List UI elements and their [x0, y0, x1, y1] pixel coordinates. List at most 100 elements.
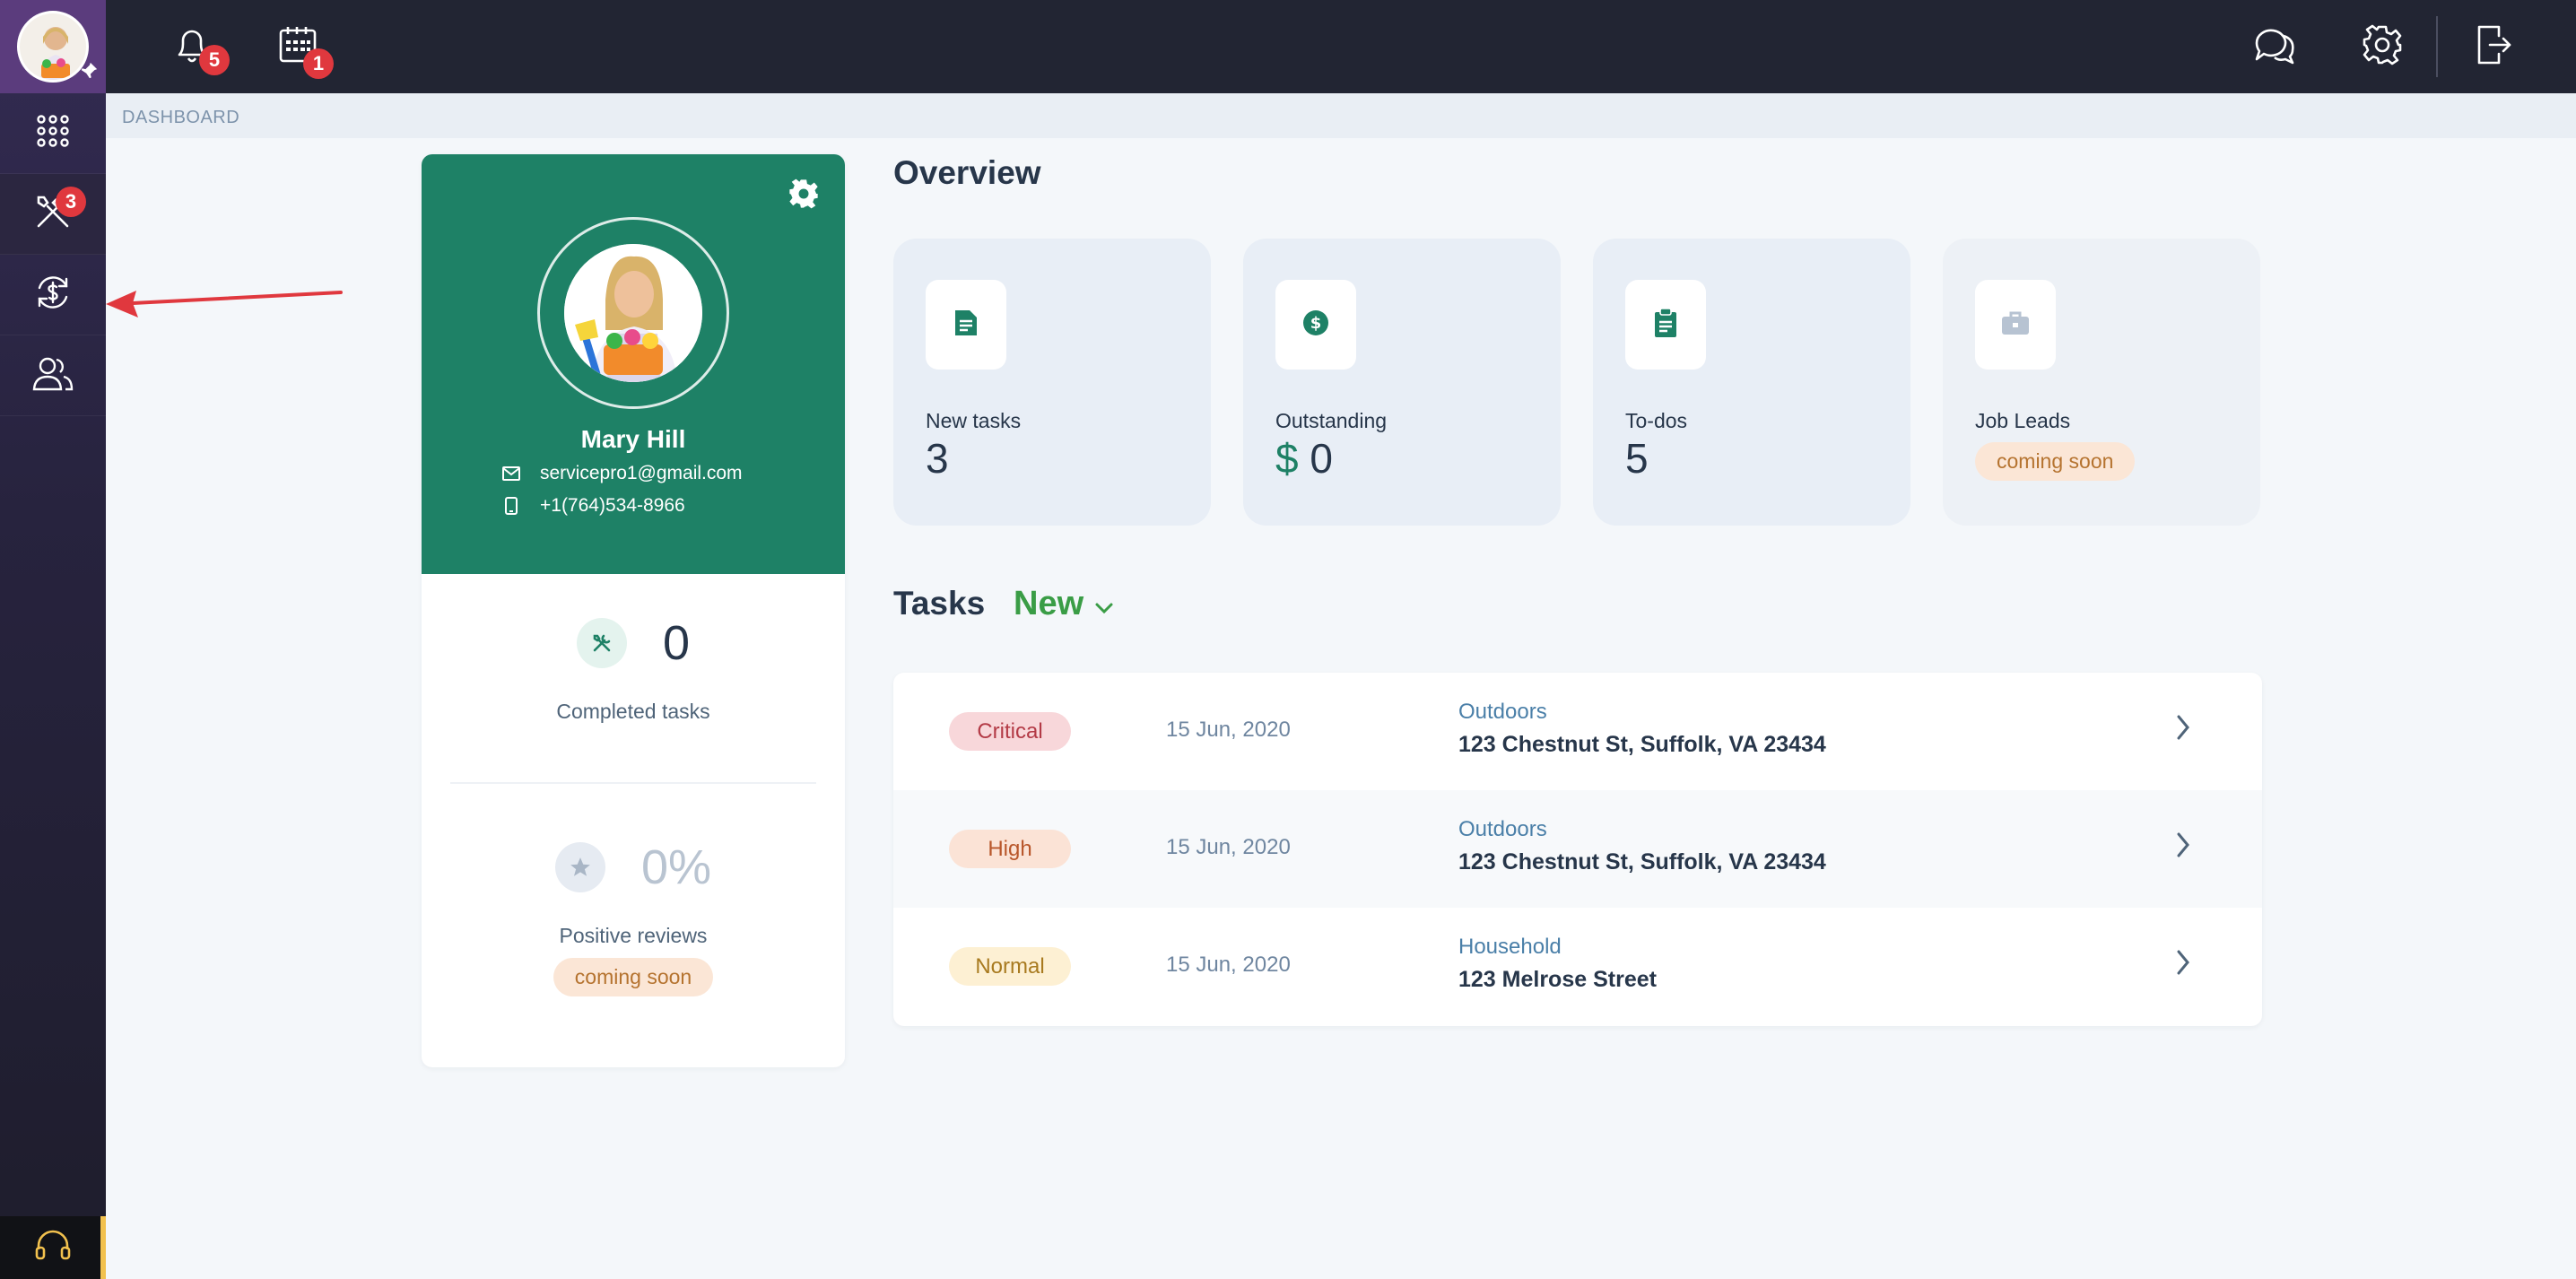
priority-badge: Normal	[949, 947, 1071, 986]
new-tasks-label: New tasks	[926, 409, 1022, 432]
svg-text:$: $	[1310, 314, 1322, 333]
positive-reviews-stat: 0%	[422, 840, 845, 895]
priority-badge: High	[949, 830, 1071, 868]
profile-email-row: servicepro1@gmail.com	[500, 463, 743, 484]
reviews-pill-wrap: coming soon	[422, 958, 845, 996]
todos-icon-box	[1625, 280, 1706, 370]
chat-icon	[2253, 25, 2296, 69]
calendar-badge: 1	[303, 48, 334, 79]
sidebar-user-avatar[interactable]	[0, 0, 106, 93]
currency-exchange-icon	[32, 272, 74, 318]
outstanding-label: Outstanding	[1275, 409, 1388, 432]
profile-divider	[450, 782, 816, 784]
coming-soon-badge: coming soon	[553, 958, 714, 996]
notifications-button[interactable]: 5	[163, 18, 230, 75]
sidebar-item-payments[interactable]	[0, 255, 106, 335]
profile-header: Mary Hill servicepro1@gmail.com +1(764)5…	[422, 154, 845, 574]
gear-icon	[2362, 24, 2403, 70]
profile-phone[interactable]: +1(764)534-8966	[540, 495, 685, 517]
job-leads-icon-box	[1975, 280, 2056, 370]
positive-reviews-label: Positive reviews	[559, 924, 708, 947]
clipboard-icon	[1653, 307, 1678, 343]
profile-phone-row: +1(764)534-8966	[500, 495, 685, 517]
grid-icon	[35, 113, 71, 153]
new-tasks-icon-box	[926, 280, 1006, 370]
calendar-button[interactable]: 1	[269, 18, 334, 79]
sidebar-item-team[interactable]	[0, 335, 106, 416]
overview-card-new-tasks[interactable]: New tasks 3	[893, 239, 1211, 526]
chat-button[interactable]	[2246, 18, 2303, 75]
profile-settings-icon[interactable]	[788, 178, 820, 214]
logout-button[interactable]	[2465, 18, 2522, 75]
task-address: 123 Chestnut St, Suffolk, VA 23434	[1458, 849, 1826, 874]
tools-small-icon	[576, 618, 627, 668]
profile-card: Mary Hill servicepro1@gmail.com +1(764)5…	[422, 154, 845, 1067]
tasks-list: Critical 15 Jun, 2020 Outdoors 123 Chest…	[893, 673, 2262, 1026]
support-button[interactable]	[0, 1216, 106, 1279]
overview-card-todos[interactable]: To-dos 5	[1593, 239, 1910, 526]
sidebar-item-tools[interactable]: 3	[0, 174, 106, 255]
profile-name: Mary Hill	[580, 425, 686, 453]
top-bar: 5 1	[106, 0, 2576, 93]
task-row[interactable]: High 15 Jun, 2020 Outdoors 123 Chestnut …	[893, 790, 2262, 908]
profile-email[interactable]: servicepro1@gmail.com	[540, 463, 743, 484]
task-date: 15 Jun, 2020	[1166, 835, 1291, 859]
profile-avatar-ring	[537, 217, 729, 409]
task-address: 123 Melrose Street	[1458, 967, 1657, 992]
outstanding-value-row: $ 0	[1275, 434, 1333, 483]
task-date: 15 Jun, 2020	[1166, 953, 1291, 977]
todos-value: 5	[1625, 435, 1649, 482]
tasks-filter-dropdown[interactable]: New	[1014, 585, 1114, 623]
todos-label: To-dos	[1625, 409, 1688, 432]
overview-card-outstanding[interactable]: $ Outstanding $ 0	[1243, 239, 1561, 526]
task-date: 15 Jun, 2020	[1166, 718, 1291, 742]
tools-badge: 3	[56, 187, 86, 217]
profile-photo[interactable]	[564, 244, 702, 382]
document-icon	[953, 309, 979, 342]
outstanding-value: 0	[1310, 435, 1333, 482]
currency-symbol: $	[1275, 435, 1299, 482]
completed-tasks-label: Completed tasks	[556, 700, 710, 723]
chevron-right-icon[interactable]	[2174, 830, 2192, 865]
headset-icon	[33, 1226, 73, 1270]
breadcrumb: DASHBOARD	[106, 93, 2576, 138]
dollar-coin-icon: $	[1301, 309, 1330, 342]
task-row[interactable]: Critical 15 Jun, 2020 Outdoors 123 Chest…	[893, 673, 2262, 790]
coming-soon-badge: coming soon	[1975, 442, 2136, 481]
users-icon	[31, 353, 74, 397]
task-category: Outdoors	[1458, 817, 1547, 841]
chevron-right-icon[interactable]	[2174, 712, 2192, 747]
tasks-filter-label: New	[1014, 585, 1084, 622]
phone-icon	[500, 497, 522, 515]
overview-title: Overview	[893, 154, 1041, 191]
job-leads-pill-wrap: coming soon	[1975, 442, 2136, 481]
star-icon	[554, 842, 605, 892]
completed-tasks-value: 0	[662, 616, 691, 670]
positive-reviews-value: 0%	[640, 840, 712, 894]
sidebar-item-apps[interactable]	[0, 93, 106, 174]
new-tasks-value: 3	[926, 435, 949, 482]
task-category: Outdoors	[1458, 700, 1547, 724]
support-accent-bar	[100, 1216, 106, 1279]
breadcrumb-item[interactable]: DASHBOARD	[122, 108, 239, 128]
task-row[interactable]: Normal 15 Jun, 2020 Household 123 Melros…	[893, 908, 2262, 1025]
task-address: 123 Chestnut St, Suffolk, VA 23434	[1458, 732, 1826, 757]
pin-icon[interactable]	[79, 61, 99, 86]
sidebar: 3	[0, 0, 106, 1279]
priority-badge: Critical	[949, 712, 1071, 751]
chevron-down-icon	[1094, 585, 1114, 623]
notifications-badge: 5	[199, 45, 230, 75]
chevron-right-icon[interactable]	[2174, 947, 2192, 982]
outstanding-icon-box: $	[1275, 280, 1356, 370]
topbar-divider	[2436, 16, 2438, 77]
settings-button[interactable]	[2354, 18, 2411, 75]
job-leads-label: Job Leads	[1975, 409, 2071, 432]
avatar	[17, 11, 89, 83]
completed-tasks-stat: 0	[422, 615, 845, 671]
briefcase-icon	[2000, 309, 2031, 341]
mail-icon	[500, 466, 522, 481]
tasks-title: Tasks	[893, 585, 986, 622]
overview-card-job-leads: Job Leads coming soon	[1943, 239, 2260, 526]
annotation-arrow-icon	[106, 291, 343, 318]
task-category: Household	[1458, 935, 1562, 959]
